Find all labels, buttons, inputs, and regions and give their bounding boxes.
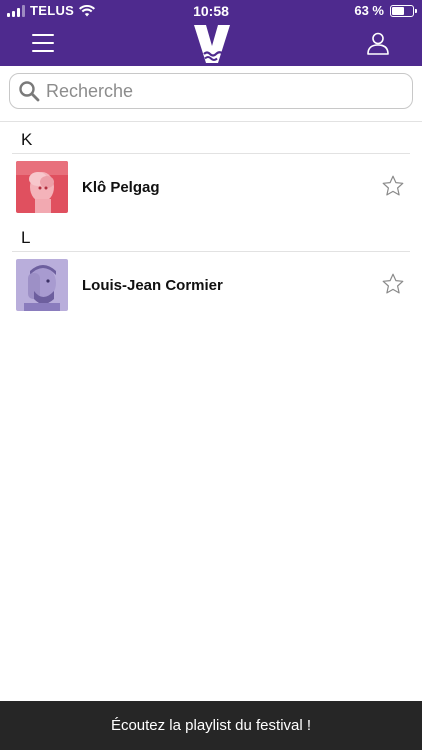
- favorite-star-icon[interactable]: [381, 174, 405, 198]
- carrier-name: TELUS: [30, 3, 75, 18]
- v-festival-logo[interactable]: [193, 24, 231, 64]
- divider: [12, 251, 410, 252]
- search-input[interactable]: [46, 80, 386, 102]
- favorite-star-icon[interactable]: [381, 272, 405, 296]
- status-bar: TELUS 10:58 63 %: [0, 0, 422, 22]
- section-header-k: K: [21, 130, 33, 149]
- playlist-banner-button[interactable]: Écoutez la playlist du festival !: [0, 701, 422, 750]
- status-right: 63 %: [354, 3, 417, 18]
- section-header-l: L: [21, 228, 31, 247]
- wifi-icon: [79, 4, 96, 16]
- signal-strength-icon: [7, 4, 25, 17]
- battery-percentage: 63 %: [354, 3, 384, 18]
- divider: [12, 153, 410, 154]
- search-bar[interactable]: [9, 73, 413, 109]
- artist-name: Louis-Jean Cormier: [82, 277, 223, 294]
- artist-photo: [16, 259, 68, 311]
- battery-icon: [390, 4, 417, 17]
- artist-row-louis-jean-cormier[interactable]: Louis-Jean Cormier: [0, 254, 422, 316]
- user-profile-icon[interactable]: [366, 31, 390, 55]
- artist-photo: [16, 161, 68, 213]
- divider: [0, 121, 422, 122]
- search-icon: [19, 81, 40, 102]
- nav-bar: [0, 22, 422, 66]
- playlist-banner-label: Écoutez la playlist du festival !: [110, 717, 312, 734]
- header: TELUS 10:58 63 %: [0, 0, 422, 66]
- status-left: TELUS: [7, 3, 96, 18]
- artist-name: Klô Pelgag: [82, 179, 160, 196]
- hamburger-menu-icon[interactable]: [32, 34, 54, 52]
- artist-row-klo-pelgag[interactable]: Klô Pelgag: [0, 156, 422, 218]
